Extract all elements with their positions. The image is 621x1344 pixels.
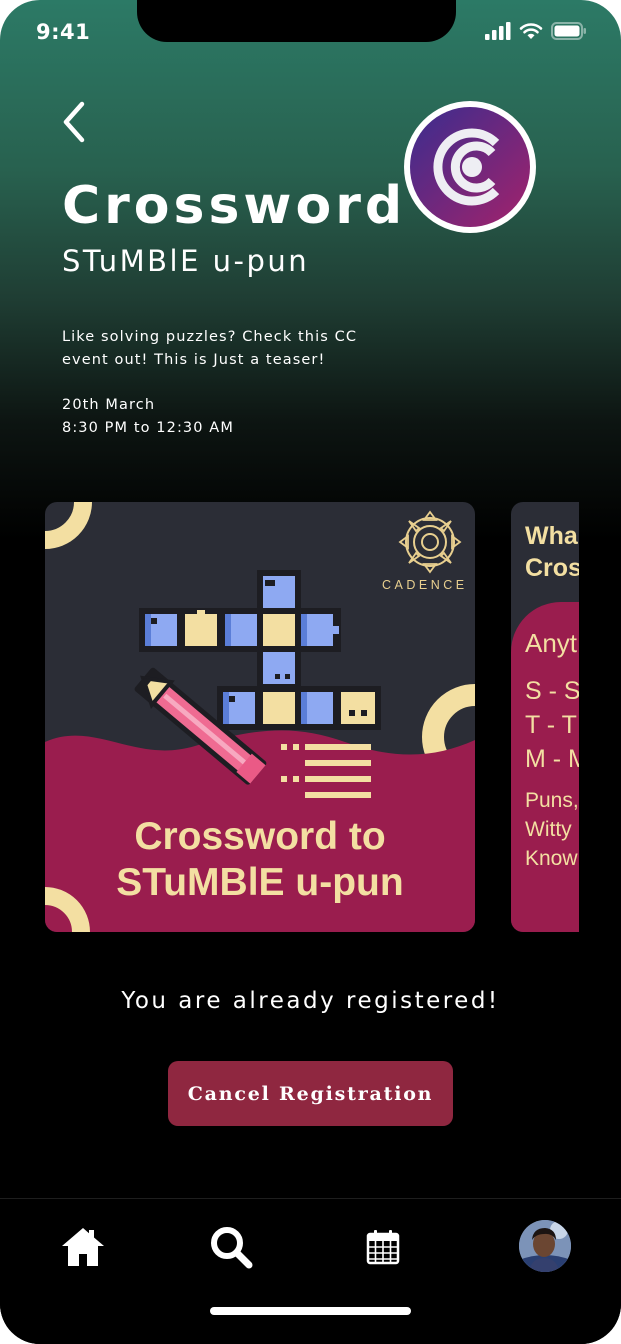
- info-card-list: S - S T - T M - M: [525, 674, 579, 776]
- info-list-item: S - S: [525, 677, 579, 705]
- calendar-icon: [366, 1230, 400, 1265]
- wifi-icon: [519, 23, 543, 39]
- info-heading-line1: Wha: [525, 522, 578, 550]
- back-button[interactable]: [58, 98, 94, 146]
- info-card-footer: Puns, Witty Know: [525, 786, 579, 873]
- info-footer-line: Witty: [525, 818, 572, 841]
- search-icon: [211, 1227, 253, 1269]
- tab-profile-avatar[interactable]: [519, 1220, 571, 1272]
- poster-title-line2: STuMBlE u-pun: [116, 861, 404, 904]
- status-icons: [485, 22, 587, 40]
- event-description: Like solving puzzles? Check this CC even…: [62, 329, 358, 368]
- poster-title-line1: Crossword to: [134, 815, 386, 858]
- decor-ring: [45, 502, 92, 549]
- info-card-any: Anyt: [525, 628, 578, 658]
- phone-screen: 9:41 Crossword STuMBlE u-pun Like solvin…: [0, 0, 621, 1344]
- tab-home[interactable]: [57, 1221, 109, 1273]
- cadence-emblem-icon: [398, 510, 462, 574]
- notch: [137, 0, 456, 42]
- event-time: 8:30 PM to 12:30 AM: [62, 420, 234, 436]
- info-footer-line: Puns,: [525, 789, 579, 812]
- poster-brand: CADENCE: [382, 578, 468, 592]
- event-subtitle: STuMBlE u-pun: [62, 244, 310, 278]
- poster-title: Crossword to STuMBlE u-pun: [45, 814, 475, 906]
- info-footer-line: Know: [525, 847, 578, 870]
- home-indicator: [210, 1307, 411, 1315]
- info-card[interactable]: Wha Cros Anyt S - S T - T M - M Puns, Wi…: [511, 502, 579, 932]
- avatar: [519, 1220, 571, 1272]
- club-logo[interactable]: [404, 101, 536, 233]
- status-time: 9:41: [36, 20, 91, 44]
- cancel-registration-button[interactable]: Cancel Registration: [168, 1061, 453, 1126]
- battery-icon: [551, 22, 586, 40]
- info-card-heading: Wha Cros: [525, 520, 579, 584]
- poster-card[interactable]: CADENCE Crossword to STuMBlE u-pun: [45, 502, 475, 932]
- event-datetime: 20th March 8:30 PM to 12:30 AM: [62, 394, 234, 440]
- signal-icon: [485, 22, 511, 40]
- chevron-left-icon: [63, 101, 85, 143]
- event-title: Crossword: [62, 176, 407, 236]
- tab-search[interactable]: [205, 1221, 257, 1273]
- tab-bar: [0, 1198, 621, 1344]
- info-list-item: M - M: [525, 745, 579, 773]
- registration-status: You are already registered!: [121, 988, 500, 1014]
- event-date: 20th March: [62, 397, 156, 413]
- cc-logo-icon: [410, 107, 530, 227]
- home-icon: [62, 1228, 104, 1266]
- info-heading-line2: Cros: [525, 554, 579, 582]
- info-list-item: T - T: [525, 711, 577, 739]
- tab-calendar[interactable]: [357, 1221, 409, 1273]
